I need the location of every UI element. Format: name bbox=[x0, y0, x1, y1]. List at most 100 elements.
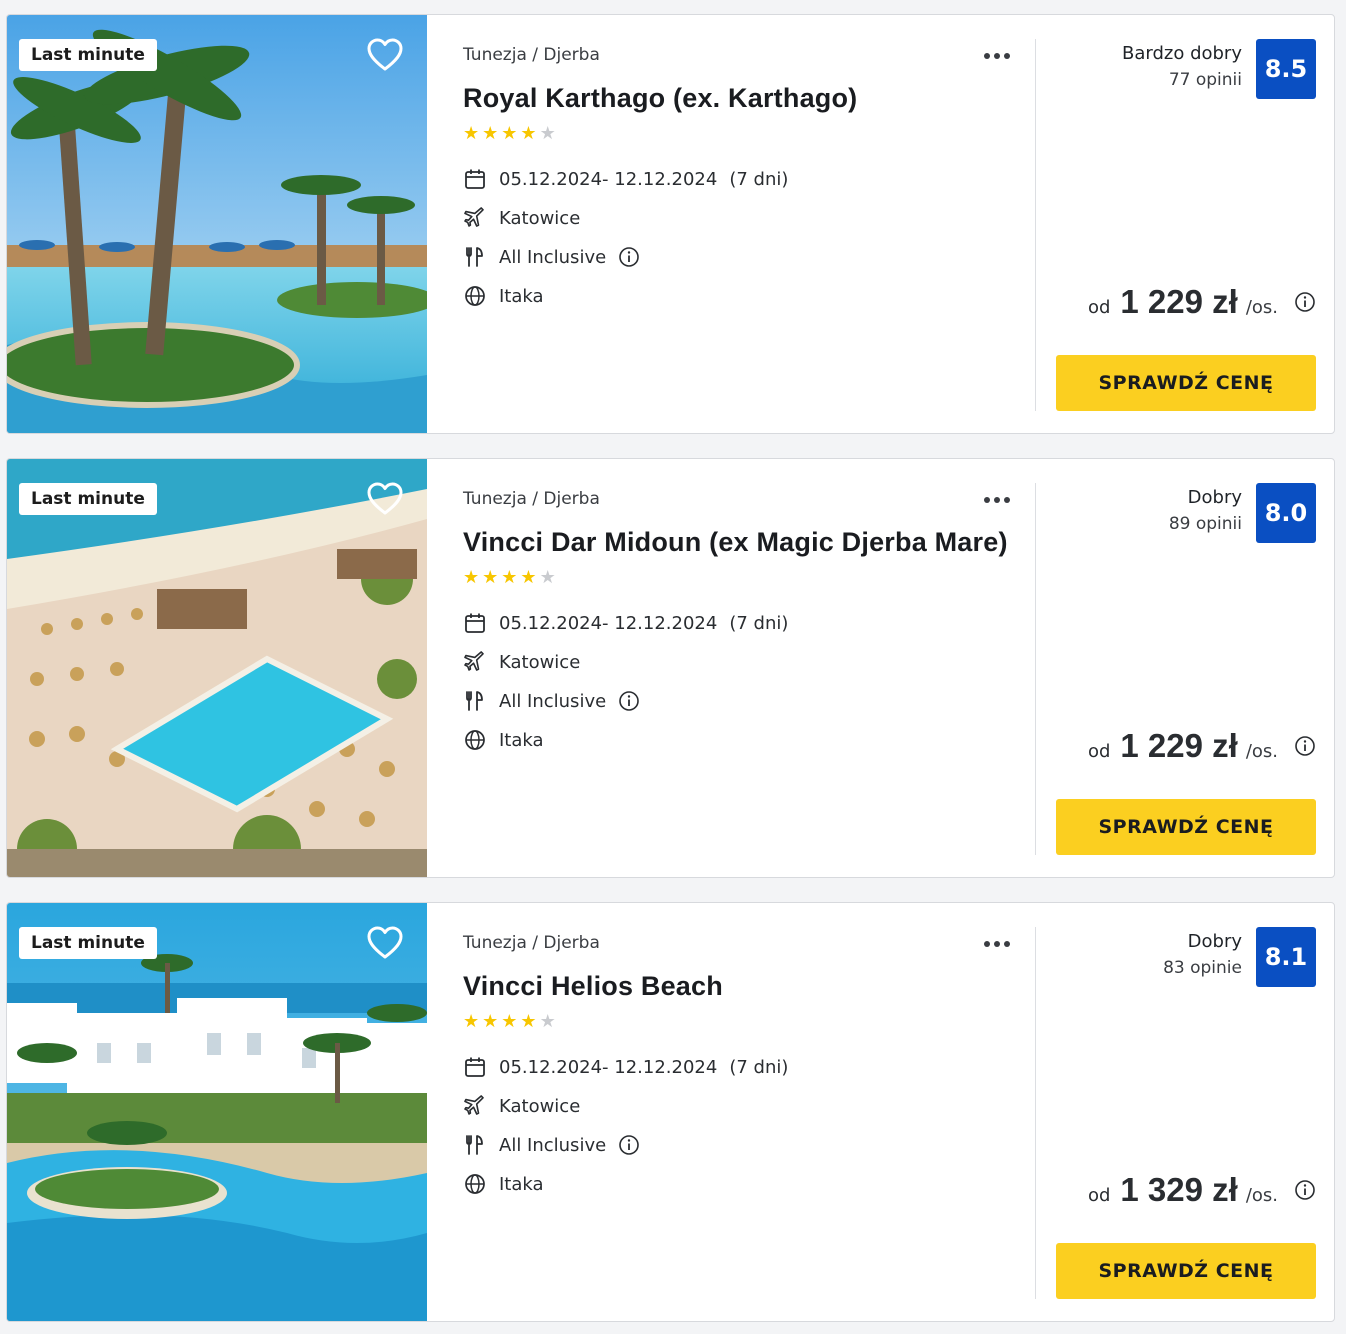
tour-operator: Itaka bbox=[499, 1173, 544, 1195]
calendar-icon bbox=[463, 167, 487, 191]
departure-city: Katowice bbox=[499, 1095, 581, 1117]
price-per-person: /os. bbox=[1245, 741, 1278, 762]
divider bbox=[1035, 483, 1036, 855]
star-icon: ★ bbox=[520, 123, 537, 144]
cutlery-icon bbox=[463, 689, 487, 713]
star-icon: ★ bbox=[501, 1011, 518, 1032]
plane-icon bbox=[463, 1094, 487, 1118]
score-badge: 8.5 bbox=[1256, 39, 1316, 99]
price-block: od 1 229 zł /os. bbox=[1088, 283, 1316, 321]
cutlery-icon bbox=[463, 1133, 487, 1157]
globe-icon bbox=[463, 1172, 487, 1196]
offer-card[interactable]: Last minute Tunezja / Djerba Royal Karth… bbox=[6, 14, 1335, 434]
star-empty-icon: ★ bbox=[539, 1011, 556, 1032]
dates-row: 05.12.2024- 12.12.2024 (7 dni) bbox=[463, 609, 788, 637]
hotel-stars: ★ ★ ★ ★ ★ bbox=[463, 125, 556, 143]
rating-word: Dobry bbox=[1187, 931, 1242, 952]
star-icon: ★ bbox=[463, 567, 480, 588]
hotel-stars: ★ ★ ★ ★ ★ bbox=[463, 1013, 556, 1031]
hotel-name[interactable]: Royal Karthago (ex. Karthago) bbox=[463, 83, 1015, 114]
heart-outline-icon[interactable] bbox=[365, 479, 405, 519]
info-circle-icon[interactable] bbox=[1294, 735, 1316, 757]
board-type: All Inclusive bbox=[499, 1134, 607, 1156]
plane-icon bbox=[463, 206, 487, 230]
star-icon: ★ bbox=[463, 1011, 480, 1032]
rating-summary: Dobry 89 opinii bbox=[1169, 485, 1242, 537]
star-icon: ★ bbox=[482, 567, 499, 588]
price-amount: 1 229 zł bbox=[1120, 283, 1238, 320]
plane-icon bbox=[463, 650, 487, 674]
more-dots-icon[interactable] bbox=[979, 43, 1015, 69]
more-dots-icon[interactable] bbox=[979, 931, 1015, 957]
price-amount: 1 229 zł bbox=[1120, 727, 1238, 764]
globe-icon bbox=[463, 728, 487, 752]
departure-row: Katowice bbox=[463, 648, 580, 676]
info-circle-icon[interactable] bbox=[618, 690, 640, 712]
rating-summary: Dobry 83 opinie bbox=[1163, 929, 1242, 981]
offer-card[interactable]: Last minute Tunezja / Djerba Vincci Heli… bbox=[6, 902, 1335, 1322]
more-dots-icon[interactable] bbox=[979, 487, 1015, 513]
departure-city: Katowice bbox=[499, 651, 581, 673]
review-count[interactable]: 77 opinii bbox=[1122, 67, 1242, 93]
review-count[interactable]: 89 opinii bbox=[1169, 511, 1242, 537]
rating-summary: Bardzo dobry 77 opinii bbox=[1122, 41, 1242, 93]
hotel-photo[interactable]: Last minute bbox=[7, 15, 427, 433]
operator-row: Itaka bbox=[463, 282, 544, 310]
heart-outline-icon[interactable] bbox=[365, 923, 405, 963]
globe-icon bbox=[463, 284, 487, 308]
hotel-name[interactable]: Vincci Dar Midoun (ex Magic Djerba Mare) bbox=[463, 527, 1015, 558]
board-row: All Inclusive bbox=[463, 243, 640, 271]
star-icon: ★ bbox=[463, 123, 480, 144]
location-breadcrumb[interactable]: Tunezja / Djerba bbox=[463, 933, 600, 953]
score-badge: 8.1 bbox=[1256, 927, 1316, 987]
offer-card[interactable]: Last minute Tunezja / Djerba Vincci Dar … bbox=[6, 458, 1335, 878]
divider bbox=[1035, 39, 1036, 411]
tour-operator: Itaka bbox=[499, 285, 544, 307]
hotel-name[interactable]: Vincci Helios Beach bbox=[463, 971, 1015, 1002]
rating-word: Dobry bbox=[1187, 487, 1242, 508]
info-circle-icon[interactable] bbox=[618, 1134, 640, 1156]
check-price-button[interactable]: SPRAWDŹ CENĘ bbox=[1056, 355, 1316, 411]
board-row: All Inclusive bbox=[463, 687, 640, 715]
check-price-button[interactable]: SPRAWDŹ CENĘ bbox=[1056, 1243, 1316, 1299]
star-icon: ★ bbox=[520, 1011, 537, 1032]
star-icon: ★ bbox=[520, 567, 537, 588]
board-row: All Inclusive bbox=[463, 1131, 640, 1159]
dates-row: 05.12.2024- 12.12.2024 (7 dni) bbox=[463, 165, 788, 193]
star-icon: ★ bbox=[482, 123, 499, 144]
dates-text: 05.12.2024- 12.12.2024 bbox=[499, 168, 718, 190]
duration-text: (7 dni) bbox=[729, 1056, 789, 1078]
heart-outline-icon[interactable] bbox=[365, 35, 405, 75]
board-type: All Inclusive bbox=[499, 246, 607, 268]
tour-operator: Itaka bbox=[499, 729, 544, 751]
star-icon: ★ bbox=[501, 567, 518, 588]
price-block: od 1 329 zł /os. bbox=[1088, 1171, 1316, 1209]
offer-info: Tunezja / Djerba Royal Karthago (ex. Kar… bbox=[463, 15, 1033, 433]
location-breadcrumb[interactable]: Tunezja / Djerba bbox=[463, 489, 600, 509]
check-price-button[interactable]: SPRAWDŹ CENĘ bbox=[1056, 799, 1316, 855]
departure-row: Katowice bbox=[463, 1092, 580, 1120]
hotel-stars: ★ ★ ★ ★ ★ bbox=[463, 569, 556, 587]
cutlery-icon bbox=[463, 245, 487, 269]
hotel-photo[interactable]: Last minute bbox=[7, 459, 427, 877]
star-icon: ★ bbox=[501, 123, 518, 144]
duration-text: (7 dni) bbox=[729, 168, 789, 190]
price-per-person: /os. bbox=[1245, 1185, 1278, 1206]
offer-info: Tunezja / Djerba Vincci Helios Beach ★ ★ ★… bbox=[463, 903, 1033, 1321]
info-circle-icon[interactable] bbox=[1294, 291, 1316, 313]
departure-city: Katowice bbox=[499, 207, 581, 229]
star-empty-icon: ★ bbox=[539, 567, 556, 588]
dates-text: 05.12.2024- 12.12.2024 bbox=[499, 612, 718, 634]
operator-row: Itaka bbox=[463, 726, 544, 754]
location-breadcrumb[interactable]: Tunezja / Djerba bbox=[463, 45, 600, 65]
info-circle-icon[interactable] bbox=[618, 246, 640, 268]
star-icon: ★ bbox=[482, 1011, 499, 1032]
departure-row: Katowice bbox=[463, 204, 580, 232]
review-count[interactable]: 83 opinie bbox=[1163, 955, 1242, 981]
divider bbox=[1035, 927, 1036, 1299]
price-block: od 1 229 zł /os. bbox=[1088, 727, 1316, 765]
info-circle-icon[interactable] bbox=[1294, 1179, 1316, 1201]
duration-text: (7 dni) bbox=[729, 612, 789, 634]
price-per-person: /os. bbox=[1245, 297, 1278, 318]
hotel-photo[interactable]: Last minute bbox=[7, 903, 427, 1321]
